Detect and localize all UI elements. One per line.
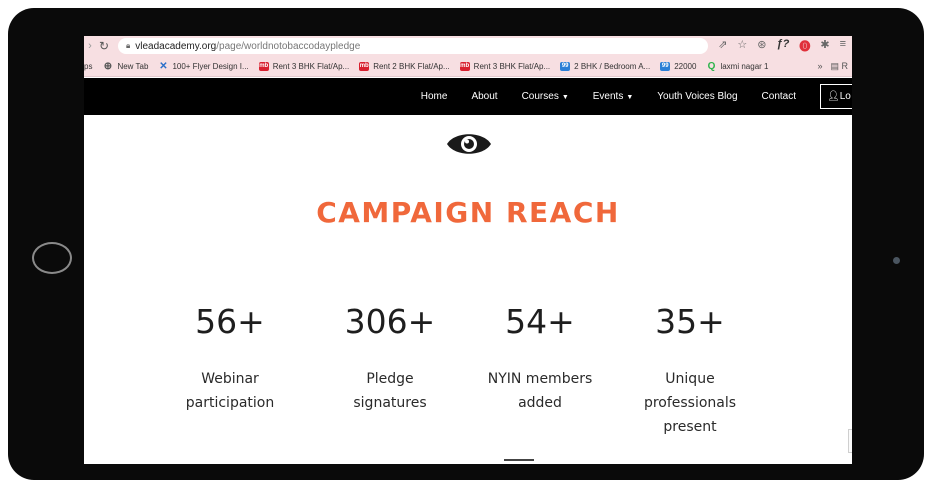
formula-extension-icon[interactable]: ƒ? bbox=[777, 38, 790, 54]
site-navbar: Home About Courses ▼ Events ▼ Youth Voices… bbox=[84, 78, 852, 115]
q-icon: Q bbox=[707, 60, 716, 72]
reading-list-label: R bbox=[841, 60, 849, 71]
login-button[interactable]: 👤︎ Lo bbox=[820, 84, 852, 109]
bookmark-label: 100+ Flyer Design I... bbox=[172, 61, 249, 71]
stat-label: Unique professionals present bbox=[610, 367, 770, 439]
globe-icon: ⊕ bbox=[103, 60, 113, 72]
camera-dot bbox=[893, 257, 900, 264]
stat-label-line: signatures bbox=[353, 395, 427, 411]
stat-professionals: 35+ Unique professionals present bbox=[610, 298, 770, 439]
stat-label-line: Pledge bbox=[366, 371, 414, 387]
extension-icon[interactable]: ⊛ bbox=[757, 38, 766, 54]
bookmark-label: ps bbox=[84, 61, 93, 71]
stat-number: 306+ bbox=[344, 302, 436, 341]
bookmark-label: Rent 3 BHK Flat/Ap... bbox=[272, 61, 350, 71]
reload-icon[interactable]: ↻ bbox=[96, 39, 112, 53]
reading-list-icon[interactable]: ≡ bbox=[840, 38, 846, 54]
nav-label: Youth Voices Blog bbox=[657, 91, 738, 102]
bookmark-rent-3bhk-2[interactable]: mb Rent 3 BHK Flat/Ap... bbox=[459, 61, 551, 71]
stat-pledge: 306+ Pledge signatures bbox=[310, 298, 470, 415]
browser-screen: › ↻ 🔒︎ vleadacademy.org/page/worldnotoba… bbox=[84, 36, 852, 464]
bookmark-22000[interactable]: 99 22000 bbox=[660, 61, 697, 71]
nav-courses[interactable]: Courses ▼ bbox=[522, 91, 569, 102]
address-bar-icons: ⇗ ☆ ⊛ ƒ? ⓿ ✱ ≡ bbox=[718, 38, 852, 54]
nav-about[interactable]: About bbox=[471, 91, 497, 102]
puzzle-icon[interactable]: ✱ bbox=[820, 38, 829, 54]
nav-label: Events bbox=[592, 91, 624, 102]
lock-icon: 🔒︎ bbox=[126, 41, 131, 50]
nav-label: Home bbox=[420, 91, 448, 102]
stat-label-line: Webinar bbox=[201, 371, 259, 387]
stat-number: 56+ bbox=[195, 302, 265, 341]
bookmark-rent-2bhk[interactable]: mb Rent 2 BHK Flat/Ap... bbox=[359, 61, 450, 71]
bookmark-flyer[interactable]: ✕ 100+ Flyer Design I... bbox=[158, 60, 249, 72]
bookmark-rent-3bhk-1[interactable]: mb Rent 3 BHK Flat/Ap... bbox=[258, 61, 350, 71]
mb-icon: mb bbox=[258, 61, 269, 71]
nav-youth-voices-blog[interactable]: Youth Voices Blog bbox=[657, 91, 737, 102]
bookmark-new-tab[interactable]: ⊕ New Tab bbox=[102, 60, 149, 72]
stat-label: Webinar participation bbox=[150, 367, 310, 415]
caret-down-icon: ▼ bbox=[561, 94, 569, 101]
bookmark-label: 22000 bbox=[674, 61, 697, 71]
home-button[interactable] bbox=[32, 242, 72, 274]
bookmark-label: Rent 2 BHK Flat/Ap... bbox=[373, 61, 450, 71]
star-icon: ✕ bbox=[159, 60, 168, 72]
share-icon[interactable]: ⇗ bbox=[718, 38, 727, 54]
stat-label-line: Unique bbox=[665, 371, 715, 387]
bookmarks-bar: ps ⊕ New Tab ✕ 100+ Flyer Design I... mb Re… bbox=[84, 56, 852, 77]
99-icon: 99 bbox=[560, 61, 571, 71]
stat-number: 35+ bbox=[655, 302, 725, 341]
stat-label-line: present bbox=[663, 419, 717, 435]
stat-label-line: NYIN members bbox=[487, 371, 593, 387]
scroll-to-top-tab[interactable] bbox=[848, 429, 852, 453]
nav-label: About bbox=[471, 91, 498, 102]
login-label: Lo bbox=[839, 91, 851, 102]
reading-list-icon: ▤ bbox=[830, 60, 842, 71]
reading-list-button[interactable]: ▤ R bbox=[830, 61, 848, 72]
bookmark-2bhk-bedroom[interactable]: 99 2 BHK / Bedroom A... bbox=[560, 61, 651, 71]
forward-arrow-icon[interactable]: › bbox=[84, 40, 96, 52]
nav-label: Courses bbox=[521, 91, 559, 102]
caret-down-icon: ▼ bbox=[626, 94, 634, 101]
bookmark-label: 2 BHK / Bedroom A... bbox=[574, 61, 651, 71]
mb-icon: mb bbox=[459, 61, 470, 71]
99-icon: 99 bbox=[660, 61, 671, 71]
mb-icon: mb bbox=[359, 61, 370, 71]
address-bar: › ↻ 🔒︎ vleadacademy.org/page/worldnotoba… bbox=[84, 36, 852, 56]
scroll-indicator bbox=[504, 459, 534, 461]
stat-label: Pledge signatures bbox=[310, 367, 470, 415]
user-icon: 👤︎ bbox=[827, 91, 840, 102]
nav-contact[interactable]: Contact bbox=[762, 91, 796, 102]
url-path: /page/worldnotobaccodaypledge bbox=[216, 40, 361, 52]
nav-events[interactable]: Events ▼ bbox=[593, 91, 634, 102]
stat-nyin: 54+ NYIN members added bbox=[460, 298, 620, 415]
url-field[interactable]: 🔒︎ vleadacademy.org/page/worldnotobaccod… bbox=[118, 38, 709, 54]
bookmark-label: Rent 3 BHK Flat/Ap... bbox=[473, 61, 551, 71]
nav-label: Contact bbox=[761, 91, 796, 102]
stat-label: NYIN members added bbox=[460, 367, 620, 415]
stat-label-line: added bbox=[518, 395, 562, 411]
stat-number: 54+ bbox=[505, 302, 575, 341]
bookmark-label: New Tab bbox=[117, 61, 149, 71]
bookmark-label: laxmi nagar 1 bbox=[720, 61, 769, 71]
bookmarks-more-button[interactable]: » bbox=[817, 61, 822, 71]
nav-home[interactable]: Home bbox=[421, 91, 448, 102]
stat-webinar: 56+ Webinar participation bbox=[150, 298, 310, 415]
star-icon[interactable]: ☆ bbox=[737, 38, 747, 54]
stat-label-line: participation bbox=[185, 395, 275, 411]
eye-icon bbox=[447, 134, 491, 154]
url-host: vleadacademy.org bbox=[135, 40, 217, 52]
bookmark-laxmi-nagar[interactable]: Qlaxmi nagar 1 bbox=[706, 60, 769, 72]
stat-label-line: professionals bbox=[643, 395, 737, 411]
bookmark-apps[interactable]: ps bbox=[84, 62, 92, 71]
pinterest-icon[interactable]: ⓿ bbox=[799, 38, 810, 54]
campaign-reach-heading: CAMPAIGN REACH bbox=[316, 196, 620, 229]
